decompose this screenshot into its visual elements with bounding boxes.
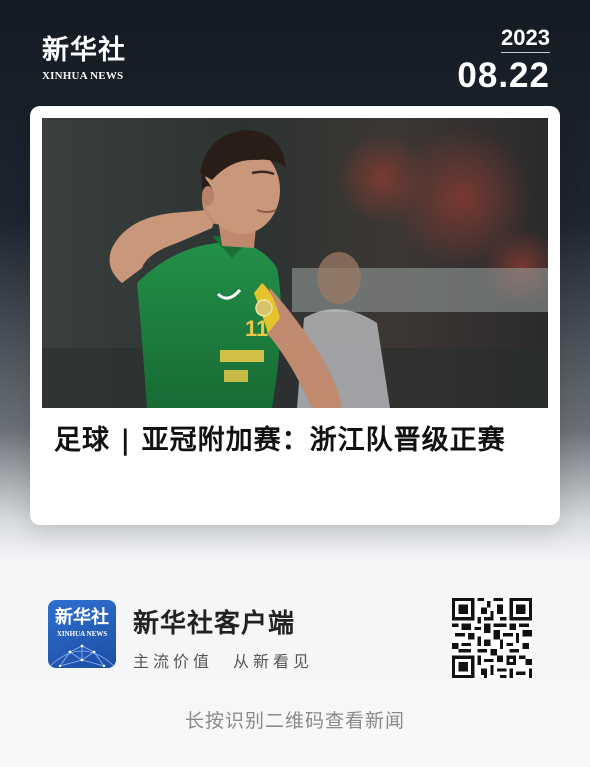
brand-name-cn: 新华社 <box>42 35 126 66</box>
article-headline: 足球 | 亚冠附加赛：浙江队晋级正赛 <box>54 425 506 456</box>
xinhua-app-logo: 新华社 XINHUA NEWS <box>48 600 116 668</box>
app-logo-name-en: XINHUA NEWS <box>56 630 108 638</box>
article-card[interactable]: 11 足球 | 亚冠附加赛：浙江队晋级正赛 <box>30 106 560 525</box>
date-block: 2023 08.22 <box>457 26 550 96</box>
jersey-number: 11 <box>245 316 268 341</box>
football-player-image: 11 <box>42 118 548 408</box>
date-year: 2023 <box>501 26 550 53</box>
date-month-day: 08.22 <box>457 56 550 95</box>
app-name: 新华社客户端 <box>133 609 296 639</box>
network-globe-icon <box>49 644 115 668</box>
app-slogan: 主流价值 从新看见 <box>133 652 314 671</box>
brand-logo: 新华社 XINHUA NEWS <box>42 35 126 83</box>
qr-code-icon[interactable] <box>452 598 532 678</box>
qr-scan-hint: 长按识别二维码查看新闻 <box>184 710 405 732</box>
brand-name-en: XINHUA NEWS <box>42 70 124 82</box>
app-logo-name-cn: 新华社 <box>55 607 109 628</box>
article-photo: 11 <box>42 118 548 408</box>
